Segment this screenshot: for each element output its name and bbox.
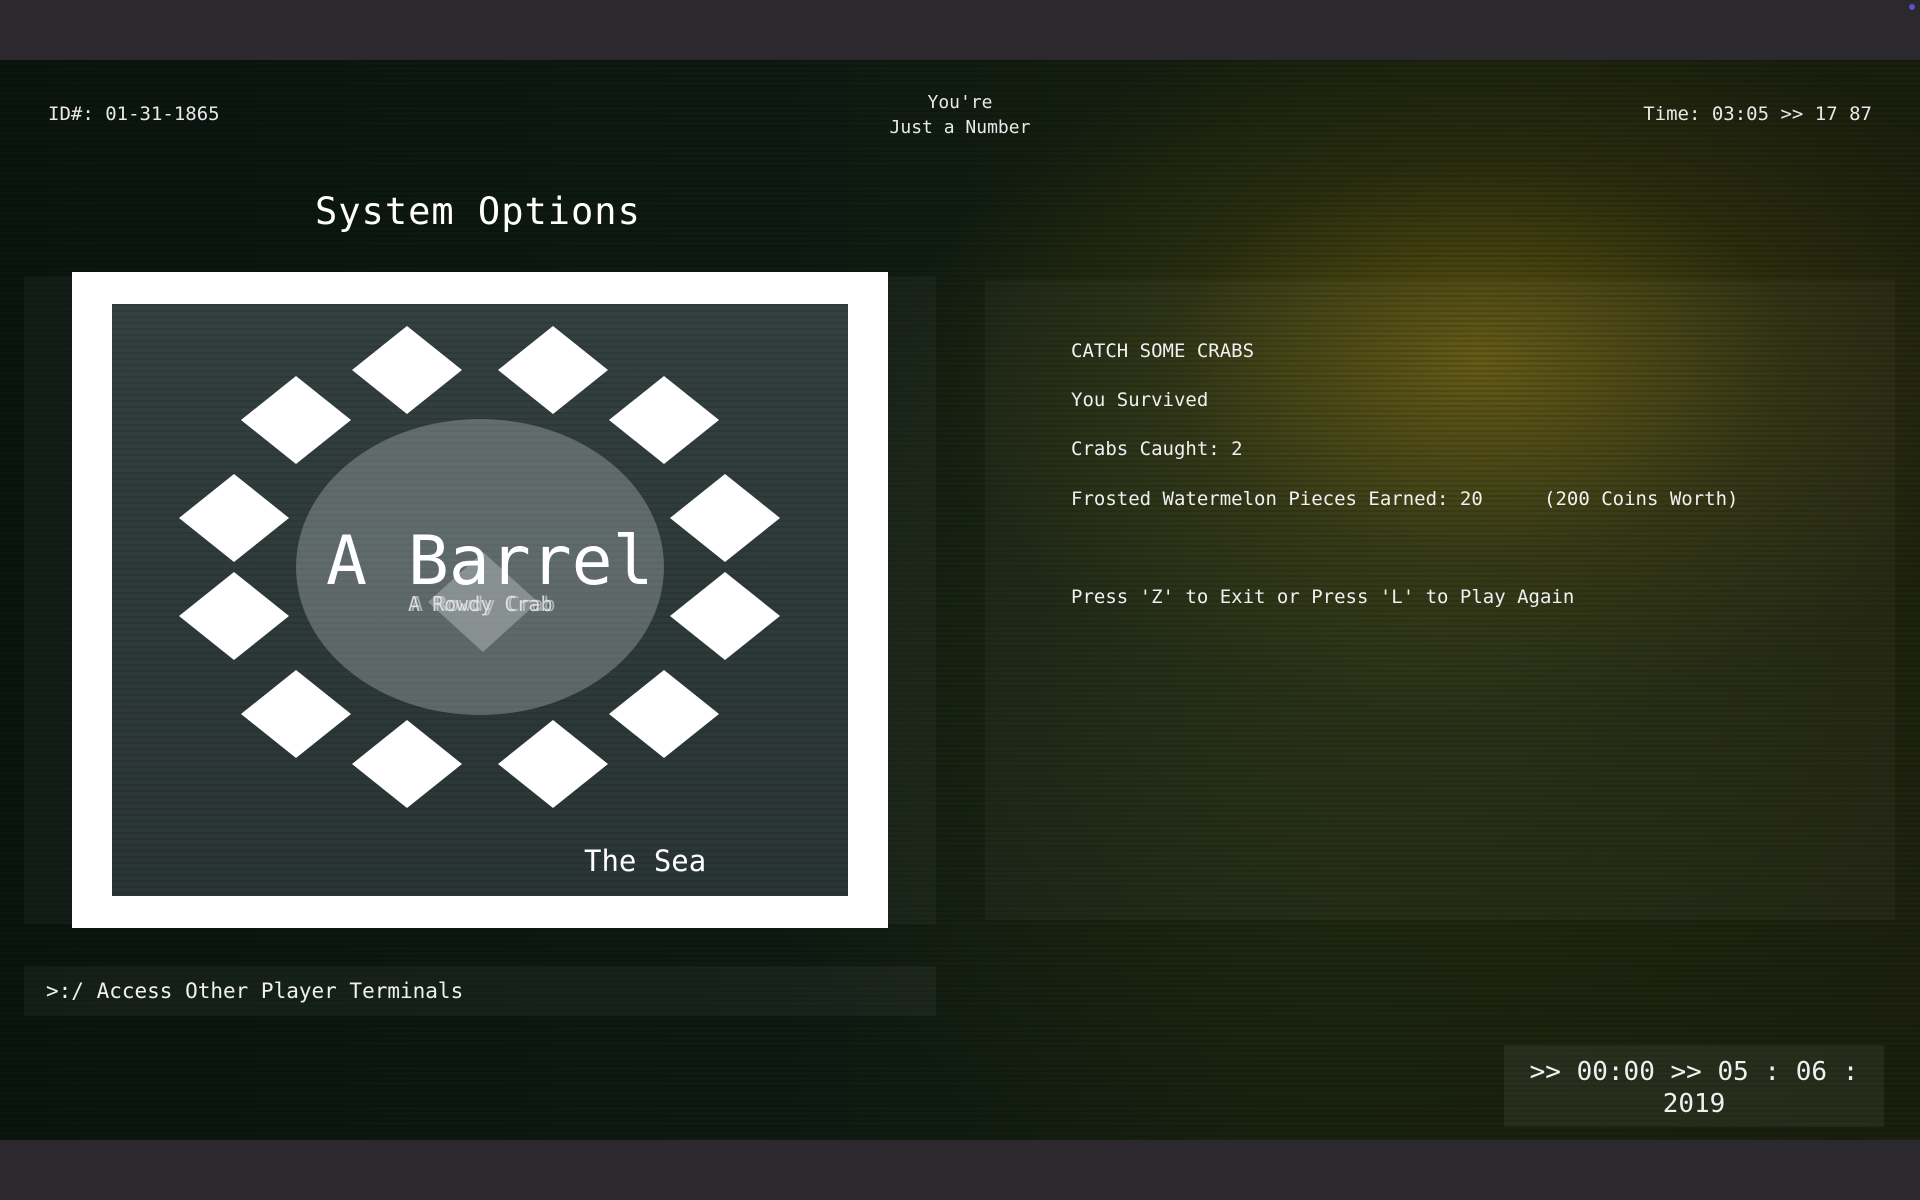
game-screen: ID#: 01-31-1865 You're Just a Number Tim… [0,60,1920,1140]
header-tagline: You're Just a Number [860,90,1060,140]
results-status: You Survived [1071,389,1209,411]
play-again-prompt: Press 'Z' to Exit or Press 'L' to Play A… [1071,586,1575,608]
coins-worth: (200 Coins Worth) [1544,488,1739,510]
artwork-frame: A Barrel A Rowdy Crab A Rowdy Crab The S… [72,272,888,928]
artwork-title: A Barrel [326,522,654,601]
artwork: A Barrel A Rowdy Crab A Rowdy Crab The S… [112,304,848,896]
clock-line-1: >> 00:00 >> 05 : 06 : [1529,1057,1859,1087]
tagline-line-2: Just a Number [889,117,1031,138]
page-title: System Options [315,190,641,233]
watermelon-earned: Frosted Watermelon Pieces Earned: 20 [1071,488,1483,510]
access-terminals-link[interactable]: >:/ Access Other Player Terminals [46,979,463,1003]
window-bottom-bar [0,1140,1920,1200]
terminal-bar: >:/ Access Other Player Terminals [24,966,936,1016]
window-top-bar [0,0,1920,60]
tagline-line-1: You're [927,92,993,113]
clock-box: >> 00:00 >> 05 : 06 : 2019 [1504,1045,1884,1127]
clock-line-2: 2019 [1662,1089,1726,1119]
artwork-subtitle-echo: A Rowdy Crab [411,592,556,616]
time-readout: Time: 03:05 >> 17 87 [1643,103,1872,125]
indicator-dot-icon [1909,4,1915,10]
crabs-caught: Crabs Caught: 2 [1071,438,1243,460]
player-id: ID#: 01-31-1865 [48,103,220,125]
artwork-location: The Sea [584,844,707,878]
results-heading: CATCH SOME CRABS [1071,340,1255,362]
